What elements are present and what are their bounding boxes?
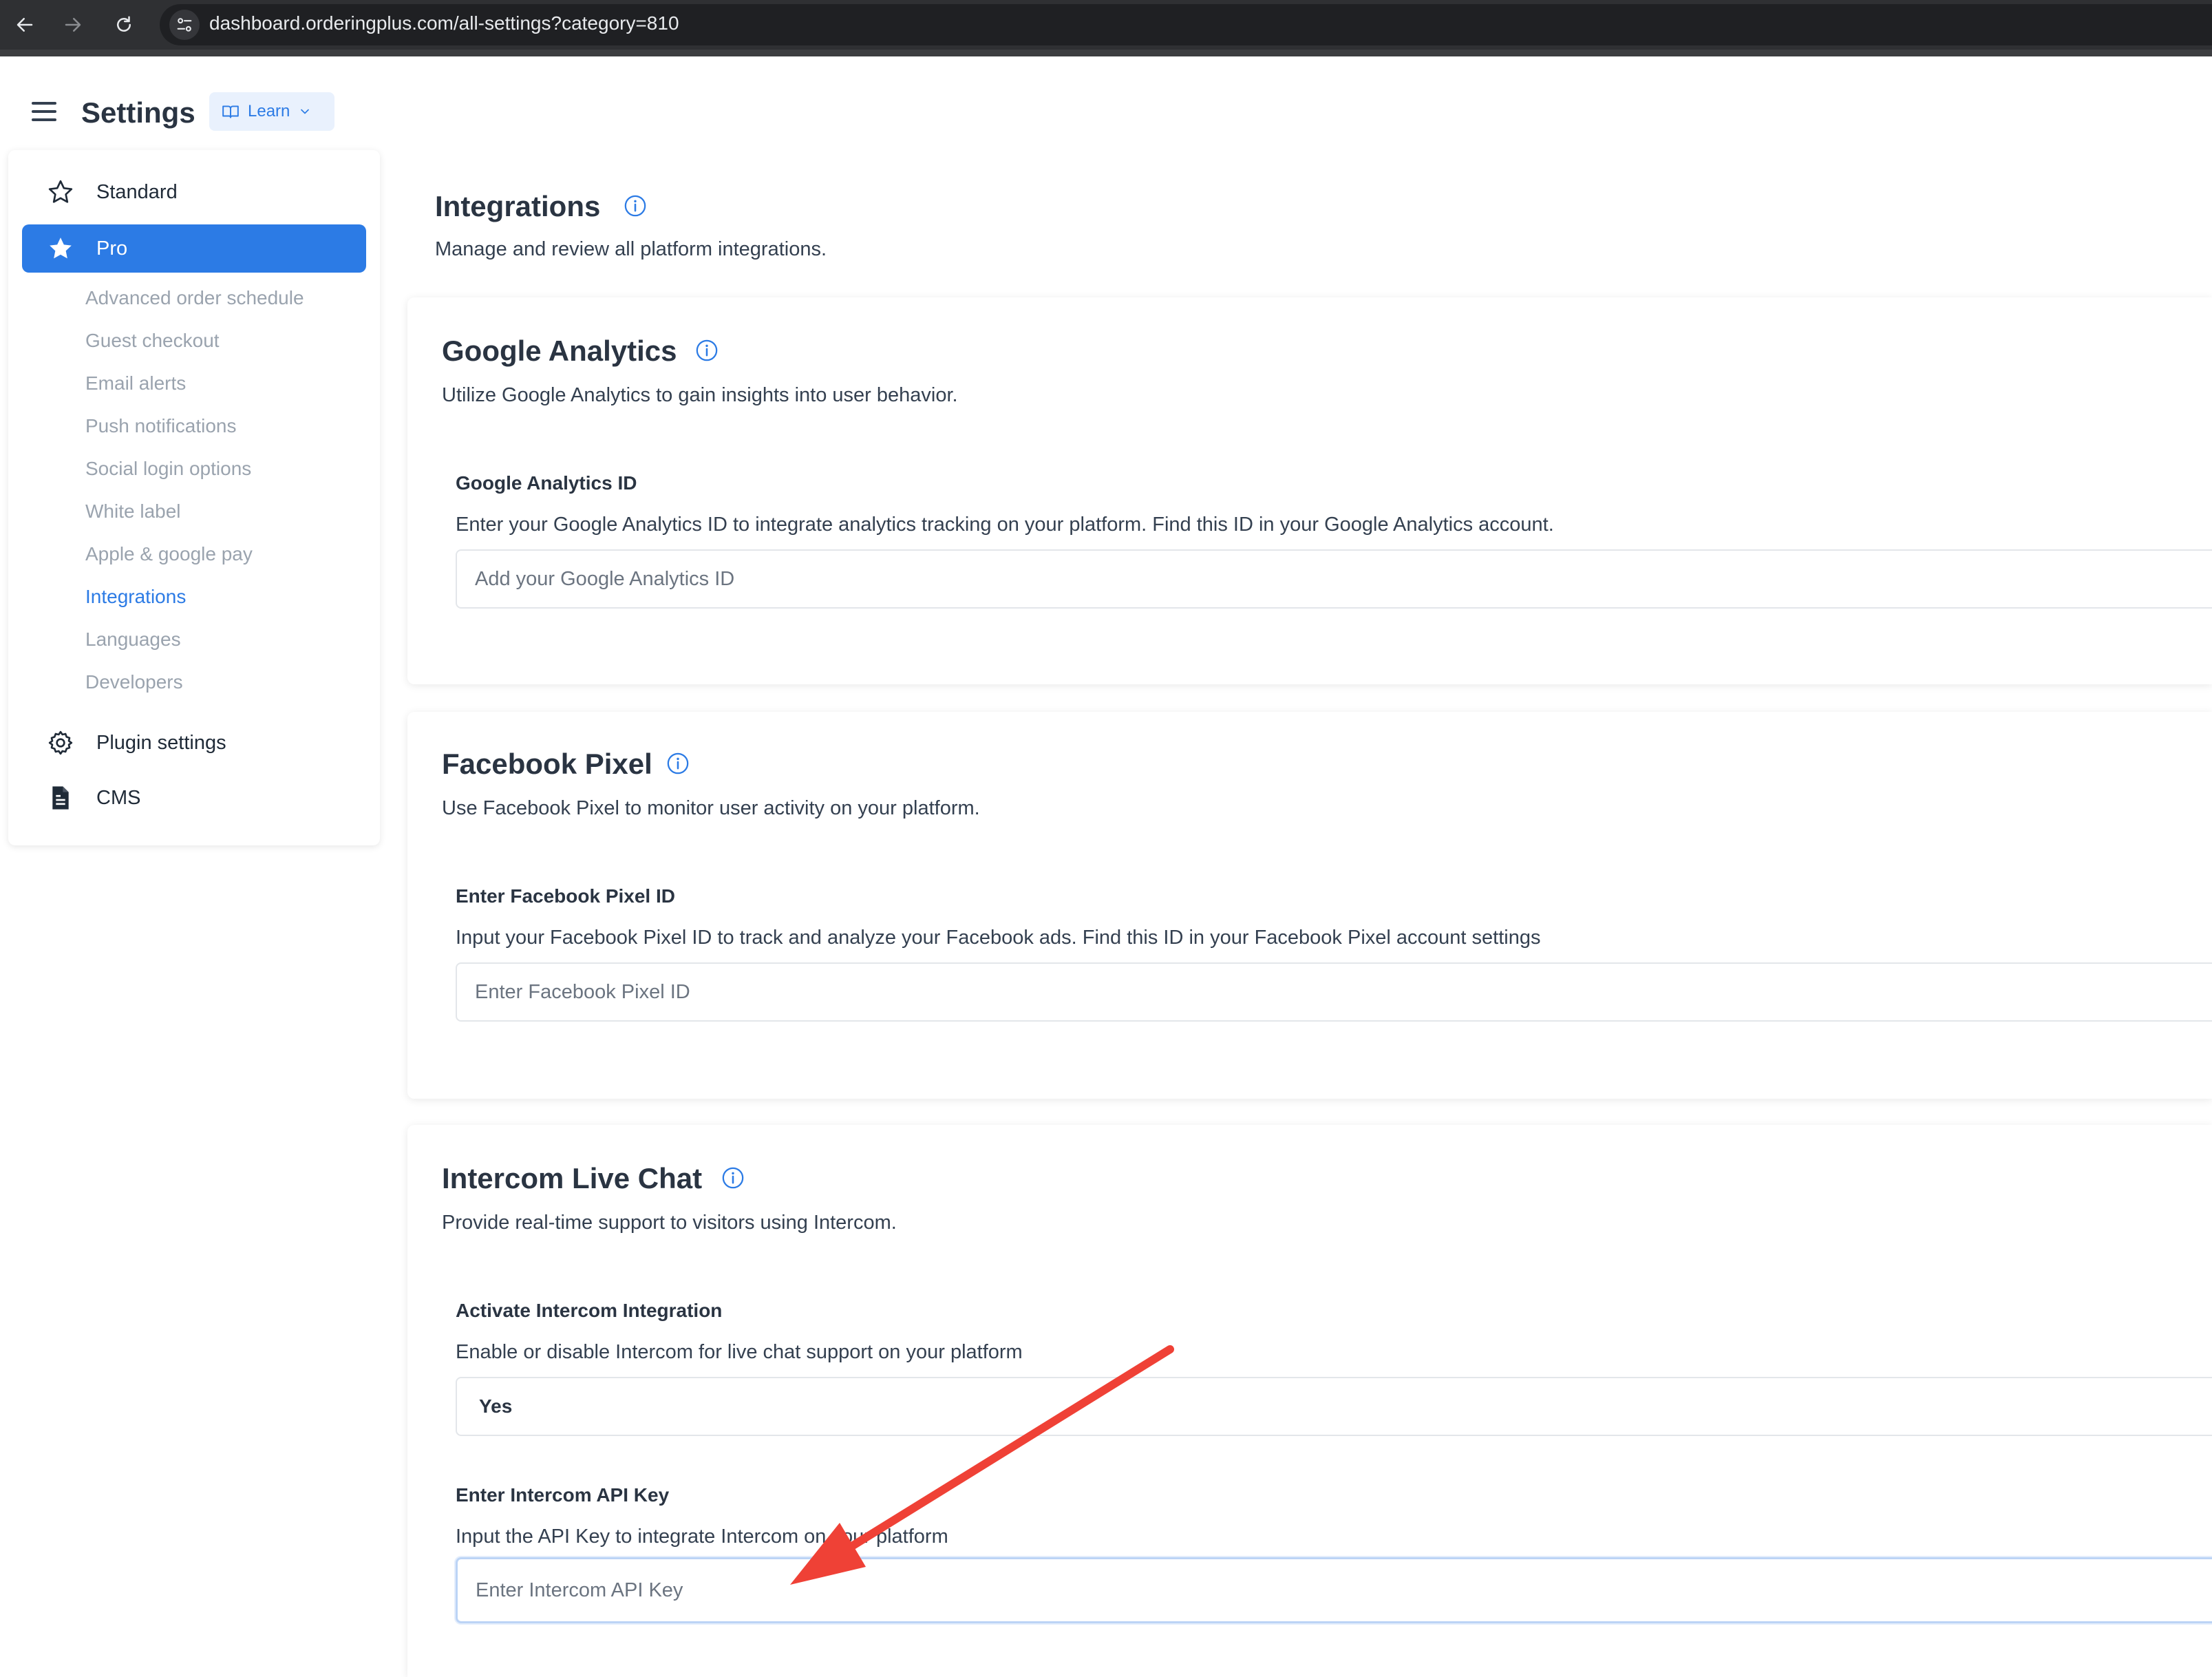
facebook-pixel-description: Use Facebook Pixel to monitor user activ… — [442, 797, 980, 819]
sidebar-subitem-advanced-order-schedule[interactable]: Advanced order schedule — [85, 286, 304, 310]
intercom-api-key-input[interactable] — [456, 1557, 2212, 1623]
info-icon[interactable] — [624, 194, 647, 218]
integrations-description: Manage and review all platform integrati… — [435, 238, 827, 260]
back-button[interactable] — [10, 10, 40, 40]
menu-toggle-button[interactable] — [32, 101, 59, 124]
sidebar-item-pro[interactable]: Pro — [22, 224, 366, 273]
hamburger-icon — [32, 102, 56, 105]
sidebar-item-cms[interactable]: CMS — [22, 774, 366, 822]
google-analytics-id-help: Enter your Google Analytics ID to integr… — [456, 514, 1554, 536]
tune-icon — [177, 18, 192, 32]
google-analytics-card: Google Analytics Utilize Google Analytic… — [407, 297, 2212, 684]
intercom-api-key-label: Enter Intercom API Key — [456, 1484, 670, 1506]
sidebar-item-plugin-settings[interactable]: Plugin settings — [22, 719, 366, 767]
facebook-pixel-id-input[interactable] — [456, 962, 2212, 1022]
intercom-activate-help: Enable or disable Intercom for live chat… — [456, 1341, 1023, 1363]
sidebar-item-label: Plugin settings — [96, 732, 226, 754]
star-filled-icon — [50, 238, 72, 259]
facebook-pixel-id-help: Input your Facebook Pixel ID to track an… — [456, 927, 1541, 949]
arrow-right-icon — [65, 18, 81, 32]
document-icon — [52, 786, 69, 810]
arrow-left-icon — [17, 18, 33, 32]
sidebar-subitem-white-label[interactable]: White label — [85, 500, 181, 523]
learn-dropdown-button[interactable]: Learn — [209, 92, 334, 131]
facebook-pixel-title: Facebook Pixel — [442, 748, 652, 780]
google-analytics-id-input[interactable] — [456, 549, 2212, 609]
reload-icon — [117, 16, 131, 32]
sidebar-item-label: Pro — [96, 238, 128, 260]
google-analytics-description: Utilize Google Analytics to gain insight… — [442, 384, 958, 406]
intercom-api-key-help: Input the API Key to integrate Intercom … — [456, 1526, 948, 1548]
sidebar-subitem-languages[interactable]: Languages — [85, 628, 181, 651]
sidebar-subitem-push-notifications[interactable]: Push notifications — [85, 414, 236, 438]
site-settings-button[interactable] — [169, 10, 200, 40]
url-text[interactable]: dashboard.orderingplus.com/all-settings?… — [209, 11, 679, 36]
chevron-down-icon — [301, 109, 310, 114]
learn-label: Learn — [248, 102, 290, 120]
intercom-activate-select[interactable]: Yes — [456, 1377, 2212, 1436]
intercom-description: Provide real-time support to visitors us… — [442, 1212, 897, 1234]
intercom-title: Intercom Live Chat — [442, 1162, 703, 1194]
facebook-pixel-card: Facebook Pixel Use Facebook Pixel to mon… — [407, 712, 2212, 1099]
sidebar-item-standard[interactable]: Standard — [22, 168, 366, 216]
sidebar-subitem-email-alerts[interactable]: Email alerts — [85, 372, 186, 395]
browser-toolbar: dashboard.orderingplus.com/all-settings?… — [0, 0, 2212, 56]
info-icon[interactable] — [721, 1166, 745, 1190]
intercom-activate-label: Activate Intercom Integration — [456, 1300, 723, 1321]
google-analytics-title: Google Analytics — [442, 335, 677, 367]
intercom-card: Intercom Live Chat Provide real-time sup… — [407, 1125, 2212, 1677]
sidebar-subitem-developers[interactable]: Developers — [85, 671, 183, 694]
info-icon[interactable] — [666, 752, 690, 775]
integrations-heading: Integrations — [435, 190, 601, 222]
sidebar-subitem-guest-checkout[interactable]: Guest checkout — [85, 329, 220, 352]
sidebar-subitem-apple-google-pay[interactable]: Apple & google pay — [85, 542, 253, 566]
gear-icon — [48, 730, 73, 755]
facebook-pixel-id-label: Enter Facebook Pixel ID — [456, 885, 675, 907]
sidebar-subitem-social-login-options[interactable]: Social login options — [85, 457, 251, 481]
reload-button[interactable] — [109, 10, 139, 40]
page-title: Settings — [81, 96, 195, 129]
info-icon[interactable] — [695, 339, 719, 362]
star-outline-icon — [48, 180, 73, 203]
settings-sidebar: Standard Pro Advanced order schedule Gue… — [8, 150, 380, 845]
sidebar-subitem-integrations[interactable]: Integrations — [85, 585, 186, 609]
selected-value: Yes — [479, 1395, 513, 1417]
sidebar-item-label: Standard — [96, 181, 178, 203]
forward-button[interactable] — [58, 10, 88, 40]
book-icon — [222, 105, 239, 118]
sidebar-item-label: CMS — [96, 787, 141, 809]
google-analytics-id-label: Google Analytics ID — [456, 472, 637, 494]
